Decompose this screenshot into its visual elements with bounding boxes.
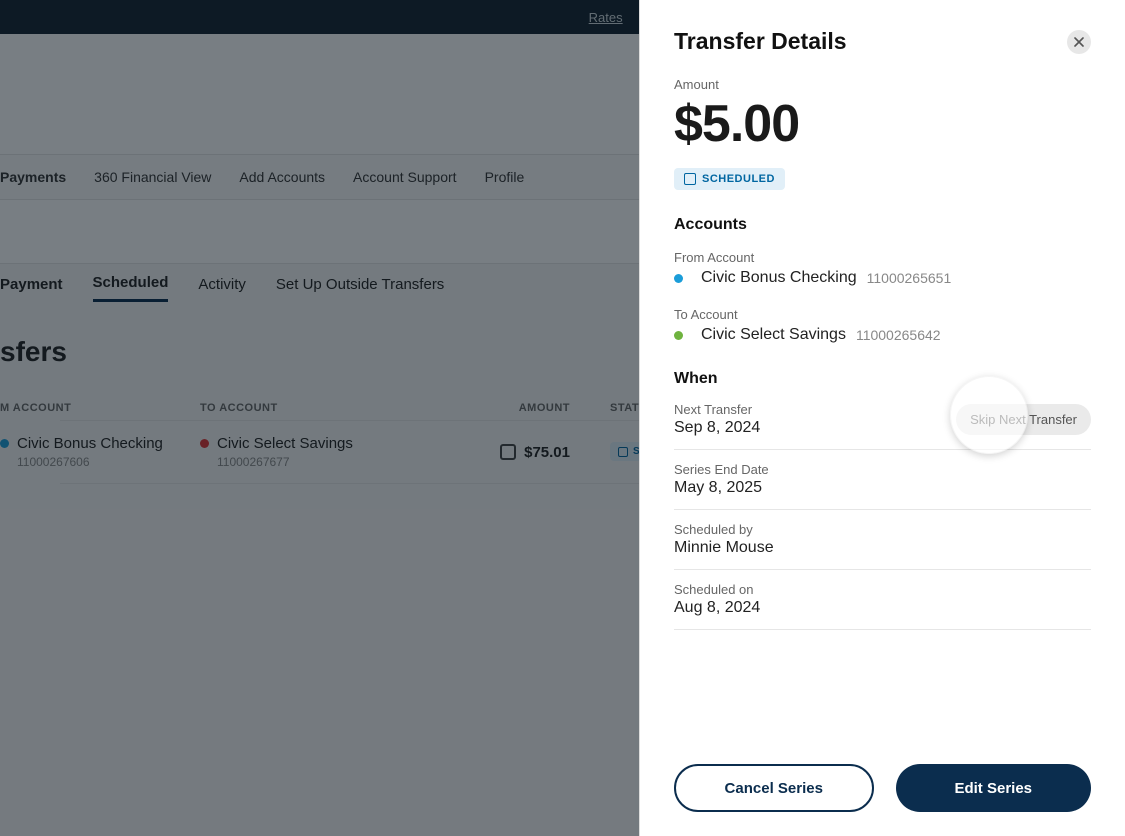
to-account-name: Civic Select Savings	[701, 326, 846, 344]
panel-title: Transfer Details	[674, 28, 847, 55]
when-row-by: Scheduled by Minnie Mouse	[674, 510, 1091, 570]
dot-icon	[674, 274, 683, 283]
edit-button-label: Edit Series	[954, 780, 1032, 797]
scheduled-by-value: Minnie Mouse	[674, 539, 774, 557]
from-account-label: From Account	[674, 250, 1091, 265]
from-account-name: Civic Bonus Checking	[701, 269, 857, 287]
dot-icon	[674, 331, 683, 340]
accounts-heading: Accounts	[674, 216, 1091, 234]
calendar-icon	[684, 173, 696, 185]
to-account-number: 11000265642	[856, 327, 941, 343]
to-account-label: To Account	[674, 307, 1091, 322]
skip-next-transfer-button[interactable]: Skip Next Transfer	[956, 404, 1091, 435]
scheduled-by-label: Scheduled by	[674, 522, 774, 537]
edit-series-button[interactable]: Edit Series	[896, 764, 1092, 812]
series-end-label: Series End Date	[674, 462, 769, 477]
series-end-value: May 8, 2025	[674, 479, 769, 497]
next-transfer-label: Next Transfer	[674, 402, 760, 417]
transfer-details-panel: Transfer Details Amount $5.00 SCHEDULED …	[639, 0, 1125, 836]
scheduled-text: SCHEDULED	[702, 173, 775, 185]
cancel-series-button[interactable]: Cancel Series	[674, 764, 874, 812]
amount-label: Amount	[674, 77, 1091, 92]
cancel-button-label: Cancel Series	[725, 780, 823, 797]
amount-display: $5.00	[674, 94, 1091, 154]
close-button[interactable]	[1067, 30, 1091, 54]
skip-button-label: Skip Next Transfer	[970, 412, 1077, 427]
when-heading: When	[674, 370, 1091, 388]
when-row-on: Scheduled on Aug 8, 2024	[674, 570, 1091, 630]
close-icon	[1074, 37, 1084, 47]
next-transfer-value: Sep 8, 2024	[674, 419, 760, 437]
scheduled-on-value: Aug 8, 2024	[674, 599, 760, 617]
scheduled-on-label: Scheduled on	[674, 582, 760, 597]
from-account-number: 11000265651	[867, 270, 952, 286]
scheduled-badge: SCHEDULED	[674, 168, 785, 190]
when-row-end: Series End Date May 8, 2025	[674, 450, 1091, 510]
when-row-next: Next Transfer Sep 8, 2024 Skip Next Tran…	[674, 396, 1091, 450]
